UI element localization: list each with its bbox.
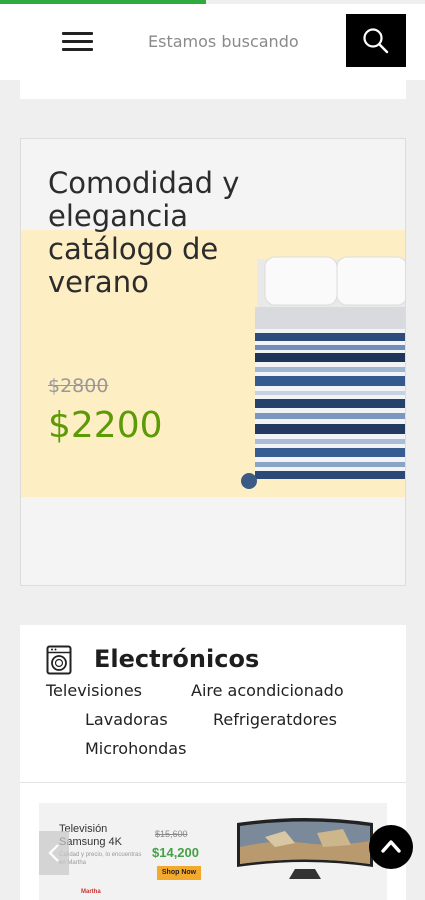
hamburger-menu-icon[interactable]: [60, 28, 96, 54]
divider: [20, 782, 406, 783]
promo-card[interactable]: Comodidad y elegancia catálogo de verano…: [20, 138, 406, 586]
banner-subtitle: Calidad y precio, lo encuentras en Marth…: [59, 852, 142, 866]
search-button[interactable]: [346, 14, 406, 67]
category-link-refrigeradores[interactable]: Refrigeratdores: [213, 710, 337, 729]
promo-title-line: Comodidad y: [48, 166, 240, 200]
previous-card-bottom: [20, 80, 406, 99]
category-title: Electrónicos: [94, 645, 260, 673]
banner-title-line: Televisión: [59, 823, 108, 835]
banner-title: Televisión Samsung 4K: [59, 823, 149, 849]
banner-title-line: Samsung 4K: [59, 836, 122, 848]
site-header: [0, 4, 425, 80]
back-to-top-button[interactable]: [369, 825, 413, 869]
category-link-lavadoras[interactable]: Lavadoras: [85, 710, 168, 729]
category-card-electronicos: Electrónicos Televisiones Aire acondicio…: [20, 625, 406, 900]
banner-price: $14,200: [152, 845, 199, 860]
product-banner-slider[interactable]: Televisión Samsung 4K Calidad y precio, …: [39, 803, 387, 900]
banner-logo: Martha: [81, 889, 101, 895]
category-link-televisiones[interactable]: Televisiones: [46, 681, 142, 700]
category-link-microhondas[interactable]: Microhondas: [85, 739, 186, 758]
banner-shop-now-button[interactable]: Shop Now: [157, 866, 201, 880]
search-input[interactable]: [148, 24, 338, 58]
promo-old-price: $2800: [48, 375, 109, 397]
promo-title-line: elegancia: [48, 199, 189, 233]
washing-machine-icon: [46, 645, 72, 675]
curved-tv-image: [237, 818, 373, 879]
chevron-up-icon: [381, 840, 401, 853]
category-link-aire-acondicionado[interactable]: Aire acondicionado: [191, 681, 344, 700]
chevron-left-icon: [48, 844, 59, 862]
search-icon: [363, 28, 389, 54]
banner-prev-button[interactable]: [39, 831, 69, 875]
striped-bed-image: [241, 256, 405, 489]
banner-old-price: $15,600: [155, 829, 188, 839]
promo-new-price: $2200: [48, 405, 163, 446]
